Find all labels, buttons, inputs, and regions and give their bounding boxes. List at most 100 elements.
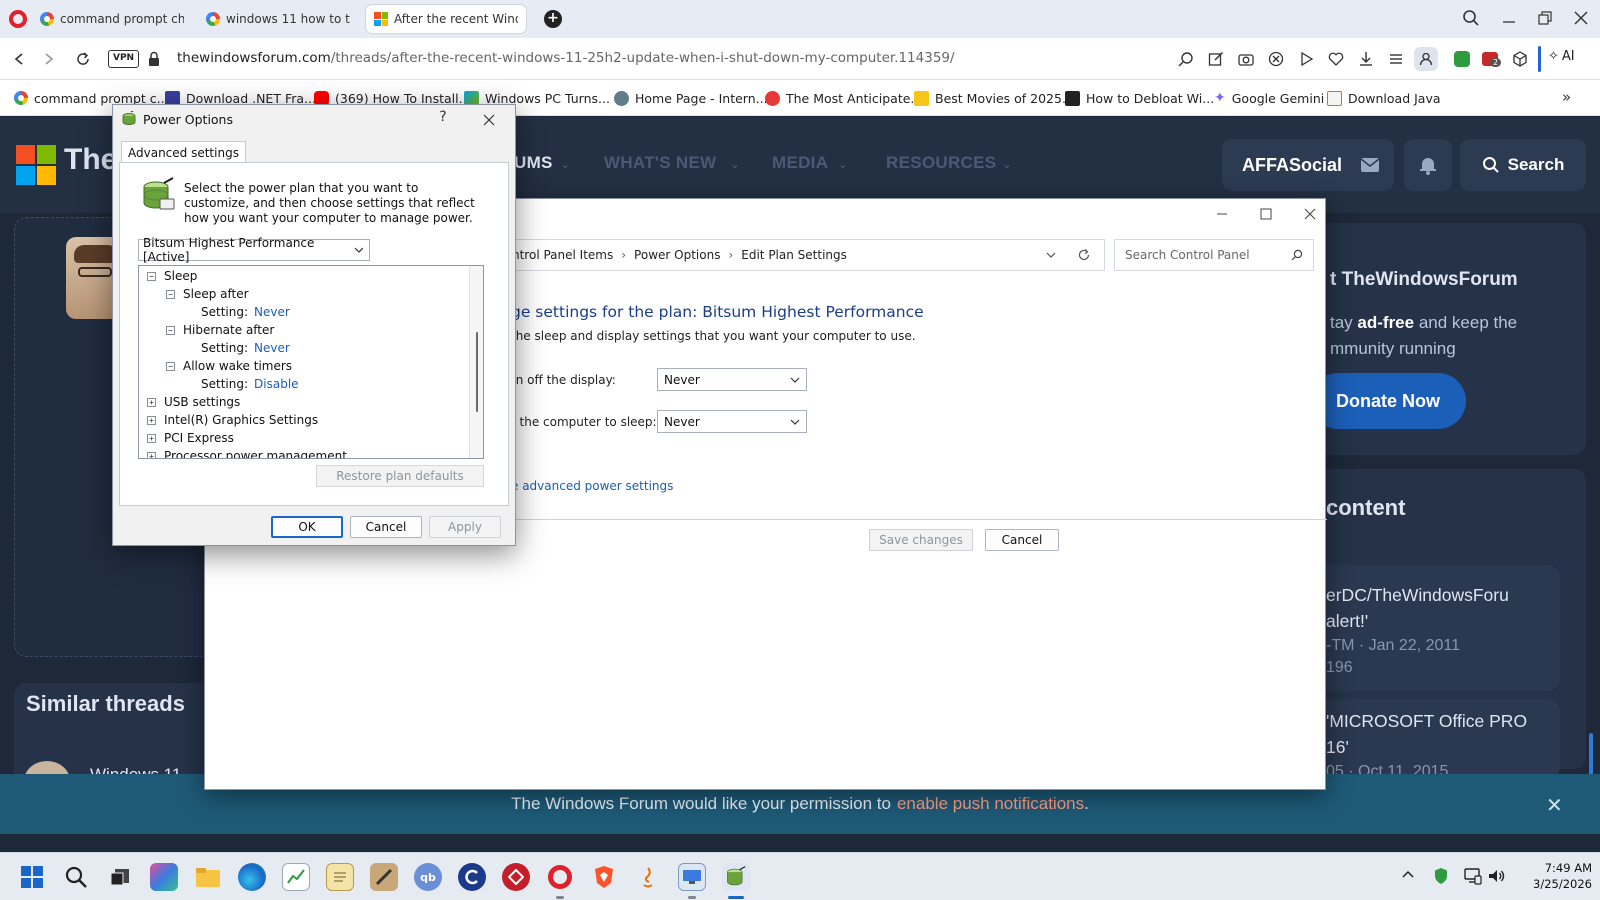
restore-icon[interactable] xyxy=(1536,9,1554,27)
alerts-button[interactable] xyxy=(1404,139,1452,191)
play-icon[interactable] xyxy=(1296,49,1316,69)
bookmark-item[interactable]: Best Movies of 2025... xyxy=(914,89,1074,107)
page-search-icon[interactable] xyxy=(1176,49,1196,69)
back-icon[interactable] xyxy=(8,48,30,70)
network-tray-icon[interactable] xyxy=(1464,867,1482,885)
help-button[interactable]: ? xyxy=(433,109,453,125)
collapse-icon[interactable]: − xyxy=(166,289,175,299)
bookmarks-overflow-icon[interactable]: » xyxy=(1562,88,1571,106)
content-item-2-title-line-1[interactable]: 'MICROSOFT Office PRO xyxy=(1326,711,1527,732)
bookmark-item[interactable]: Download Java xyxy=(1327,89,1441,107)
close-icon[interactable] xyxy=(477,109,501,131)
close-banner-icon[interactable]: ✕ xyxy=(1546,793,1563,817)
expand-icon[interactable]: + xyxy=(147,397,156,407)
collapse-icon[interactable]: − xyxy=(166,361,175,371)
edit-icon[interactable] xyxy=(1206,49,1226,69)
volume-tray-icon[interactable] xyxy=(1488,867,1506,885)
tree-item-allow-wake-timers[interactable]: − Allow wake timers xyxy=(166,357,292,375)
inbox-button[interactable] xyxy=(1346,139,1394,191)
camera-icon[interactable] xyxy=(1236,49,1256,69)
close-icon[interactable] xyxy=(1295,203,1325,225)
brave-browser-icon[interactable] xyxy=(590,863,618,891)
address-dropdown-icon[interactable] xyxy=(1045,249,1057,261)
bookmark-item[interactable]: Home Page - Intern... xyxy=(614,89,768,107)
tree-item-graphics-settings[interactable]: + Intel(R) Graphics Settings xyxy=(147,411,318,429)
power-options-taskbar-icon[interactable] xyxy=(722,863,750,891)
reload-icon[interactable] xyxy=(72,48,94,70)
collapse-icon[interactable]: − xyxy=(166,325,175,335)
minimize-icon[interactable] xyxy=(1207,203,1237,225)
advanced-settings-tree[interactable]: − Sleep − Sleep after Setting: Never − Hiber… xyxy=(138,265,484,459)
close-window-icon[interactable] xyxy=(1572,9,1590,27)
tree-item-processor-power[interactable]: + Processor power management xyxy=(147,447,347,458)
qbittorrent-icon[interactable]: qb xyxy=(414,863,442,891)
m365-app-icon[interactable] xyxy=(150,863,178,891)
profile-icon[interactable] xyxy=(1414,47,1438,71)
nav-resources[interactable]: RESOURCES xyxy=(886,153,996,173)
sleep-select[interactable]: Never xyxy=(657,410,807,433)
bookmark-item[interactable]: ✦ Google Gemini xyxy=(1214,89,1324,107)
site-search-button[interactable]: Search xyxy=(1460,139,1586,191)
user-account-button[interactable]: AFFASocial xyxy=(1222,139,1362,191)
tree-item-sleep-after[interactable]: − Sleep after xyxy=(166,285,249,303)
opera-logo-icon[interactable] xyxy=(9,10,27,28)
extension-badge-icon[interactable]: 2 xyxy=(1480,49,1502,69)
ai-button[interactable]: ✧ AI xyxy=(1548,49,1575,64)
expand-icon[interactable]: + xyxy=(147,433,156,443)
taskbar-clock[interactable]: 7:49 AM 3/25/2026 xyxy=(1512,860,1592,892)
tab-search-icon[interactable] xyxy=(1462,9,1480,27)
forward-icon[interactable] xyxy=(38,48,60,70)
breadcrumb-item[interactable]: Power Options xyxy=(634,248,720,262)
setting-value-link[interactable]: Disable xyxy=(254,377,299,391)
task-manager-icon[interactable] xyxy=(282,863,310,891)
breadcrumb-item[interactable]: ntrol Panel Items xyxy=(512,248,613,262)
tools-app-icon[interactable] xyxy=(370,863,398,891)
setting-value-link[interactable]: Never xyxy=(254,305,290,319)
restore-plan-defaults-button[interactable]: Restore plan defaults xyxy=(316,465,484,487)
cancel-button[interactable]: Cancel xyxy=(985,529,1059,551)
donate-button[interactable]: Donate Now xyxy=(1310,373,1466,429)
browser-tab-1[interactable]: command prompt check v xyxy=(32,5,192,33)
browser-tab-3-active[interactable]: After the recent Windows xyxy=(366,5,526,33)
heart-icon[interactable] xyxy=(1326,49,1346,69)
nav-whats-new[interactable]: WHAT'S NEW xyxy=(604,153,717,173)
tab-advanced-settings[interactable]: Advanced settings xyxy=(121,141,246,163)
file-explorer-icon[interactable] xyxy=(194,863,222,891)
new-tab-plus-icon[interactable]: + xyxy=(544,10,562,28)
breadcrumb-item[interactable]: Edit Plan Settings xyxy=(741,248,847,262)
advanced-power-settings-link[interactable]: e advanced power settings xyxy=(511,479,673,493)
lock-icon[interactable] xyxy=(148,51,160,67)
edge-browser-icon[interactable] xyxy=(238,863,266,891)
tree-setting-row[interactable]: Setting: Disable xyxy=(201,375,299,393)
taskbar-search-icon[interactable] xyxy=(62,863,90,891)
vpn-badge[interactable]: VPN xyxy=(108,50,140,68)
expand-icon[interactable]: + xyxy=(147,415,156,425)
url-field[interactable]: thewindowsforum.com/threads/after-the-re… xyxy=(177,50,955,66)
tree-scrollbar-thumb[interactable] xyxy=(476,332,478,412)
cube-icon[interactable] xyxy=(1510,49,1530,69)
content-item-2-title-line-2[interactable]: 16' xyxy=(1326,737,1349,758)
nav-media[interactable]: MEDIA xyxy=(772,153,828,173)
turn-off-display-select[interactable]: Never xyxy=(657,368,807,391)
tree-item-hibernate-after[interactable]: − Hibernate after xyxy=(166,321,274,339)
site-logo[interactable] xyxy=(16,145,56,185)
tree-item-usb-settings[interactable]: + USB settings xyxy=(147,393,240,411)
enable-notifications-link[interactable]: enable push notifications xyxy=(897,794,1084,814)
remote-desktop-icon[interactable] xyxy=(678,863,706,891)
security-shield-tray-icon[interactable] xyxy=(1434,867,1448,885)
ok-button[interactable]: OK xyxy=(271,516,343,538)
refresh-icon[interactable] xyxy=(1077,248,1091,262)
tree-setting-row[interactable]: Setting: Never xyxy=(201,303,290,321)
show-hidden-icons-chevron[interactable] xyxy=(1402,869,1414,879)
tree-item-sleep[interactable]: − Sleep xyxy=(147,267,197,285)
bookmark-item[interactable]: How to Debloat Wi... xyxy=(1065,89,1214,107)
save-changes-button[interactable]: Save changes xyxy=(869,529,973,551)
cancel-button[interactable]: Cancel xyxy=(350,516,422,538)
easy-setup-icon[interactable] xyxy=(1386,49,1406,69)
extension-green-icon[interactable] xyxy=(1452,49,1472,69)
bookmark-item[interactable]: The Most Anticipate... xyxy=(765,89,922,107)
notepad-icon[interactable] xyxy=(326,863,354,891)
minimize-icon[interactable] xyxy=(1500,9,1518,27)
tree-scrollbar[interactable] xyxy=(469,266,483,458)
download-icon[interactable] xyxy=(1356,49,1376,69)
